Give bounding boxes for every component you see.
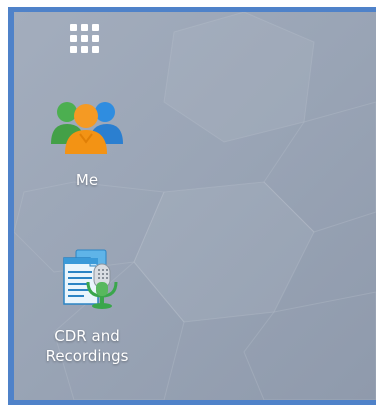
app-cdr-recordings-label-line1: CDR and bbox=[54, 327, 120, 345]
grid-dot bbox=[92, 35, 99, 42]
users-icon bbox=[51, 102, 123, 154]
grid-dot bbox=[81, 35, 88, 42]
app-me[interactable]: Me bbox=[27, 94, 147, 190]
grid-dot bbox=[70, 46, 77, 53]
grid-dot bbox=[70, 24, 77, 31]
app-cdr-recordings[interactable]: CDR and Recordings bbox=[27, 248, 147, 366]
grid-dot bbox=[81, 24, 88, 31]
desktop: Me CDR and Recordings bbox=[14, 12, 376, 400]
grid-dot bbox=[92, 46, 99, 53]
grid-dot bbox=[92, 24, 99, 31]
app-cdr-recordings-label-line2: Recordings bbox=[45, 347, 129, 365]
app-me-label: Me bbox=[75, 171, 99, 189]
grid-dot bbox=[70, 35, 77, 42]
apps-grid-icon[interactable] bbox=[70, 24, 104, 56]
grid-dot bbox=[81, 46, 88, 53]
cdr-recordings-icon bbox=[63, 249, 118, 309]
